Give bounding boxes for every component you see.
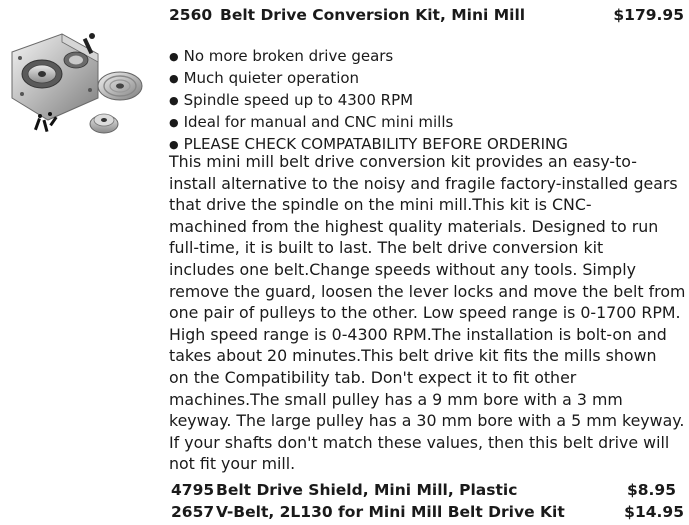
related-name: V-Belt, 2L130 for Mini Mill Belt Drive K… (216, 503, 565, 521)
feature-list: No more broken drive gears Much quieter … (169, 46, 568, 156)
product-description: This mini mill belt drive conversion kit… (169, 152, 686, 474)
related-price: $8.95 (626, 481, 676, 499)
feature-item: Ideal for manual and CNC mini mills (169, 112, 568, 134)
related-price: $14.95 (624, 503, 684, 521)
feature-item: Much quieter operation (169, 68, 568, 90)
product-name: Belt Drive Conversion Kit, Mini Mill (220, 6, 526, 24)
product-price: $179.95 (613, 6, 684, 24)
product-sku: 2560 (169, 6, 213, 24)
product-image (0, 28, 150, 140)
related-product-row[interactable]: 4795 Belt Drive Shield, Mini Mill, Plast… (169, 479, 684, 501)
related-product-row[interactable]: 2657 V-Belt, 2L130 for Mini Mill Belt Dr… (169, 501, 684, 523)
feature-item: No more broken drive gears (169, 46, 568, 68)
related-name: Belt Drive Shield, Mini Mill, Plastic (216, 481, 518, 499)
related-sku: 2657 (171, 503, 215, 521)
feature-item: Spindle speed up to 4300 RPM (169, 90, 568, 112)
product-header: 2560 Belt Drive Conversion Kit, Mini Mil… (169, 4, 684, 26)
related-sku: 4795 (171, 481, 215, 499)
